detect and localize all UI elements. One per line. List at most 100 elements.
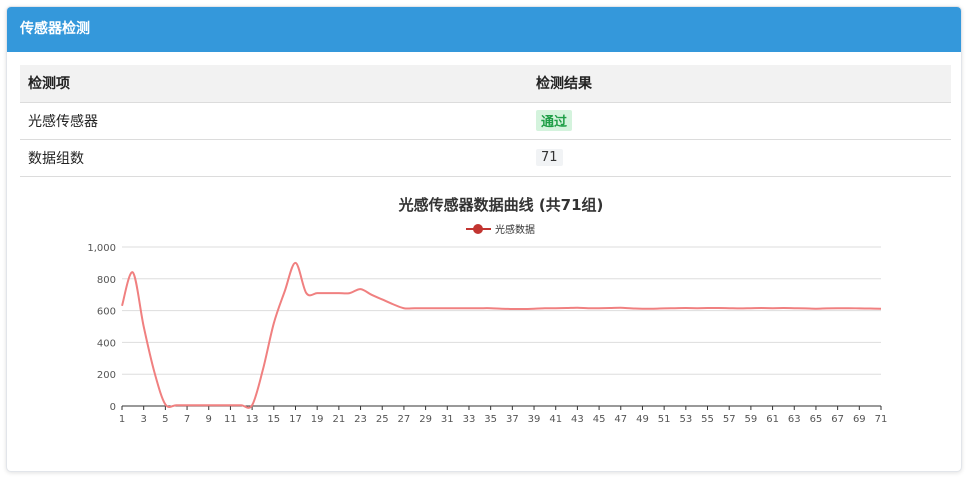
data-point — [414, 307, 416, 309]
x-tick-label: 7 — [184, 414, 190, 425]
x-tick-label: 5 — [162, 414, 168, 425]
data-point — [262, 368, 264, 370]
status-badge: 通过 — [536, 110, 573, 131]
data-point — [750, 307, 752, 309]
data-point — [305, 292, 307, 294]
x-tick-label: 71 — [875, 414, 888, 425]
x-tick-label: 13 — [246, 414, 259, 425]
data-point — [197, 404, 199, 406]
y-tick-label: 400 — [97, 338, 116, 349]
data-point — [349, 292, 351, 294]
data-point — [761, 307, 763, 309]
data-point — [229, 404, 231, 406]
x-tick-label: 65 — [810, 414, 823, 425]
data-point — [251, 404, 253, 406]
data-point — [728, 307, 730, 309]
x-tick-label: 69 — [853, 414, 866, 425]
data-point — [880, 308, 882, 310]
data-point — [685, 307, 687, 309]
data-point — [663, 307, 665, 309]
data-point — [782, 307, 784, 309]
y-tick-label: 1,000 — [87, 243, 116, 254]
x-tick-label: 61 — [766, 414, 779, 425]
data-point — [121, 305, 123, 307]
y-axis: 0 200 400 600 800 1,000 — [87, 243, 116, 413]
data-point — [360, 288, 362, 290]
data-point — [186, 404, 188, 406]
table-header-row: 检测项 检测结果 — [20, 65, 951, 103]
data-point — [284, 291, 286, 293]
data-point — [501, 308, 503, 310]
x-tick-label: 51 — [658, 414, 671, 425]
data-point — [837, 307, 839, 309]
y-tick-label: 600 — [97, 307, 116, 318]
data-point — [294, 262, 296, 264]
x-tick-label: 19 — [311, 414, 324, 425]
x-tick-label: 45 — [593, 414, 606, 425]
x-tick-label: 39 — [528, 414, 541, 425]
x-tick-label: 55 — [701, 414, 714, 425]
data-point — [587, 307, 589, 309]
data-point — [847, 307, 849, 309]
data-point — [479, 307, 481, 309]
y-tick-label: 0 — [110, 402, 116, 413]
x-tick-label: 3 — [140, 414, 146, 425]
data-point — [435, 307, 437, 309]
x-tick-label: 27 — [398, 414, 411, 425]
data-point — [164, 403, 166, 405]
data-point — [869, 308, 871, 310]
table-row: 数据组数 71 — [20, 139, 951, 177]
sensor-line-chart: 光感传感器数据曲线 (共71组) 光感数据 0 200 400 600 800 1,000… — [87, 196, 888, 425]
data-point — [804, 307, 806, 309]
row-result-cell: 通过 — [528, 102, 951, 140]
chart-title: 光感传感器数据曲线 (共71组) — [398, 196, 604, 214]
data-point — [793, 307, 795, 309]
count-badge: 71 — [536, 149, 563, 166]
data-point — [132, 271, 134, 273]
x-tick-label: 25 — [376, 414, 389, 425]
data-point — [457, 307, 459, 309]
data-point — [392, 303, 394, 305]
data-point — [815, 308, 817, 310]
x-tick-label: 33 — [463, 414, 476, 425]
x-tick-label: 59 — [745, 414, 758, 425]
data-point — [555, 307, 557, 309]
data-point — [609, 307, 611, 309]
chart-legend: 光感数据 — [466, 223, 535, 236]
legend-label: 光感数据 — [495, 223, 535, 236]
row-item-label: 数据组数 — [20, 139, 528, 177]
x-tick-label: 49 — [636, 414, 649, 425]
sensor-test-card: 传感器检测 检测项 检测结果 光感传感器 通过 数据组数 71 光感传感器数据曲… — [6, 6, 962, 472]
x-tick-label: 35 — [484, 414, 497, 425]
data-point — [566, 307, 568, 309]
data-point — [338, 292, 340, 294]
data-point — [240, 404, 242, 406]
data-point — [327, 292, 329, 294]
data-point — [544, 307, 546, 309]
results-table: 检测项 检测结果 光感传感器 通过 数据组数 71 — [20, 65, 951, 177]
data-point — [717, 307, 719, 309]
x-tick-label: 9 — [206, 414, 212, 425]
data-point — [403, 307, 405, 309]
data-point — [175, 404, 177, 406]
column-header-result: 检测结果 — [528, 65, 951, 103]
x-tick-label: 43 — [571, 414, 584, 425]
data-point — [381, 298, 383, 300]
series-line — [121, 261, 882, 409]
x-axis: 1 3 5 7 9 11 13 15 17 19 21 23 25 27 29 31 33 35 37 39 41 43 4… — [119, 406, 888, 425]
x-tick-label: 23 — [354, 414, 367, 425]
x-tick-label: 29 — [419, 414, 432, 425]
data-point — [511, 308, 513, 310]
data-point — [620, 307, 622, 309]
x-tick-label: 17 — [289, 414, 302, 425]
data-point — [468, 307, 470, 309]
data-point — [425, 307, 427, 309]
x-tick-label: 47 — [614, 414, 627, 425]
y-tick-label: 800 — [97, 275, 116, 286]
data-point — [641, 308, 643, 310]
data-point — [446, 307, 448, 309]
data-point — [674, 307, 676, 309]
x-tick-label: 21 — [332, 414, 345, 425]
data-point — [631, 307, 633, 309]
x-tick-label: 11 — [224, 414, 237, 425]
